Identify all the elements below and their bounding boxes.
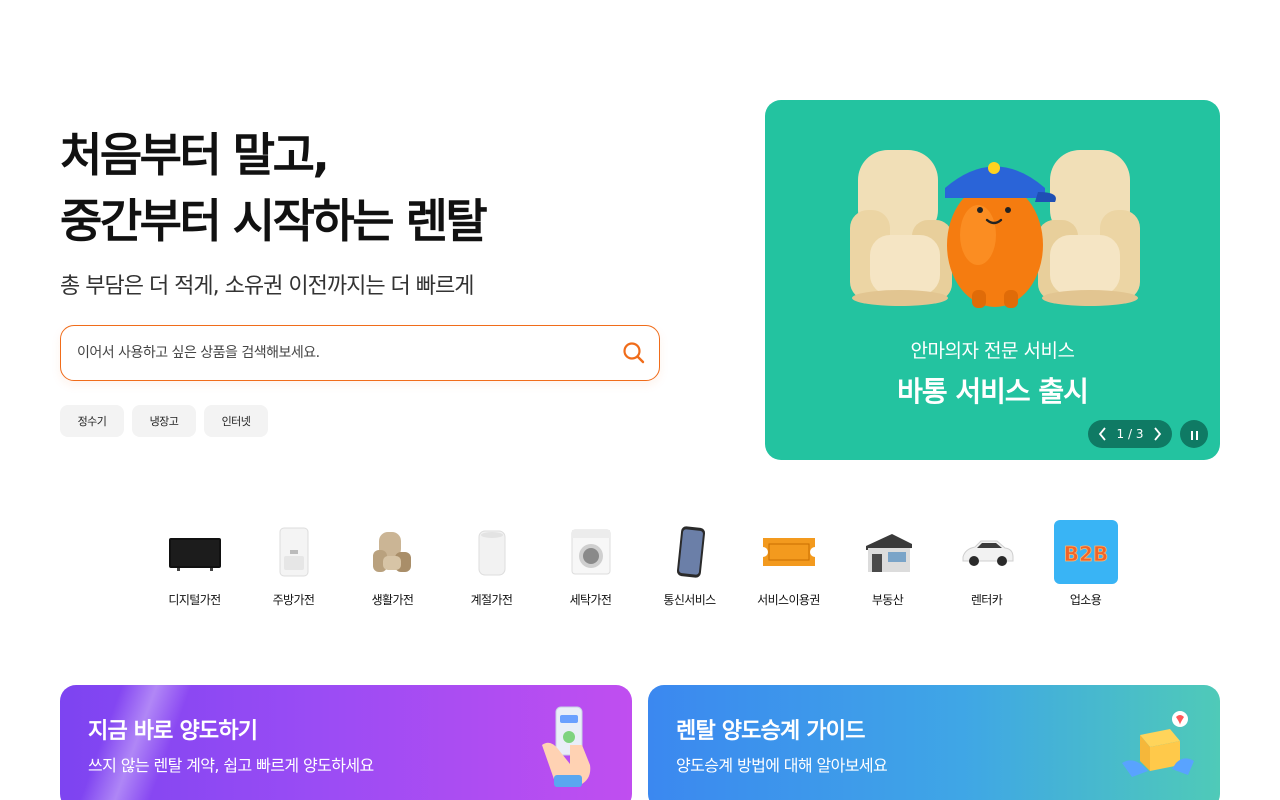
category-telecom[interactable]: 통신서비스	[640, 520, 739, 608]
pager-separator: /	[1127, 427, 1133, 441]
chevron-right-icon	[1154, 427, 1162, 441]
card-subtitle: 양도승계 방법에 대해 알아보세요	[676, 756, 888, 775]
category-label: 서비스이용권	[757, 593, 820, 607]
category-label: 통신서비스	[663, 593, 716, 607]
b2b-icon: B2B	[1053, 520, 1118, 584]
prev-slide-button[interactable]	[1096, 427, 1110, 441]
banner-pager: 1 / 3	[1088, 420, 1172, 448]
category-laundry[interactable]: 세탁가전	[541, 520, 640, 608]
chip-water-purifier[interactable]: 정수기	[60, 405, 124, 437]
chevron-left-icon	[1098, 427, 1106, 441]
category-label: 생활가전	[371, 593, 414, 607]
keyword-chips: 정수기 냉장고 인터넷	[60, 405, 268, 437]
search-icon	[623, 342, 645, 364]
category-rentcar[interactable]: 렌터카	[937, 520, 1036, 608]
transfer-guide-card[interactable]: 렌탈 양도승계 가이드 양도승계 방법에 대해 알아보세요	[648, 685, 1220, 800]
tv-icon	[168, 538, 221, 571]
category-kitchen[interactable]: 주방가전	[244, 520, 343, 608]
air-purifier-icon	[478, 530, 505, 576]
ticket-icon	[762, 538, 815, 566]
category-seasonal[interactable]: 계절가전	[442, 520, 541, 608]
search-button[interactable]	[621, 340, 647, 366]
pager-current: 1	[1116, 427, 1125, 441]
category-label: 계절가전	[470, 593, 513, 607]
hero-title-line2: 중간부터 시작하는 렌탈	[60, 194, 488, 248]
hero-subtitle: 총 부담은 더 적게, 소유권 이전까지는 더 빠르게	[60, 274, 475, 299]
smartphone-icon	[676, 526, 705, 578]
chip-internet[interactable]: 인터넷	[204, 405, 268, 437]
pause-button[interactable]	[1180, 420, 1208, 448]
massage-chair-mascot-illustration	[850, 150, 1140, 308]
category-living[interactable]: 생활가전	[343, 520, 442, 608]
search-bar	[60, 325, 660, 381]
category-realestate[interactable]: 부동산	[838, 520, 937, 608]
category-label: 디지털가전	[168, 593, 221, 607]
chair-right-icon	[1038, 150, 1140, 306]
massage-chair-icon	[372, 532, 411, 572]
card-title: 지금 바로 양도하기	[88, 719, 258, 744]
chip-refrigerator[interactable]: 냉장고	[132, 405, 196, 437]
category-digital[interactable]: 디지털가전	[145, 520, 244, 608]
hand-phone-icon	[542, 706, 591, 787]
car-icon	[962, 540, 1013, 566]
category-label: 업소용	[1069, 593, 1102, 607]
hero-title: 처음부터 말고, 중간부터 시작하는 렌탈	[60, 122, 488, 254]
card-subtitle: 쓰지 않는 렌탈 계약, 쉽고 빠르게 양도하세요	[88, 756, 374, 775]
chair-left-icon	[850, 150, 952, 306]
category-list: 디지털가전 주방가전 생활가전 계절가전 세탁가전 통신서비스 서비스이용권 부…	[145, 520, 1135, 608]
category-business[interactable]: B2B 업소용	[1036, 520, 1135, 608]
category-label: 주방가전	[272, 593, 315, 607]
washing-machine-icon	[571, 529, 610, 575]
search-input[interactable]	[77, 326, 617, 380]
banner-subtitle: 안마의자 전문 서비스	[910, 340, 1075, 362]
next-slide-button[interactable]	[1150, 427, 1164, 441]
pause-icon	[1189, 425, 1199, 444]
transfer-now-card[interactable]: 지금 바로 양도하기 쓰지 않는 렌탈 계약, 쉽고 빠르게 양도하세요	[60, 685, 632, 800]
category-label: 렌터카	[970, 593, 1003, 607]
pager-count: 1 / 3	[1117, 427, 1144, 441]
promo-banner[interactable]: 안마의자 전문 서비스 바통 서비스 출시 1 / 3	[765, 100, 1220, 460]
category-voucher[interactable]: 서비스이용권	[739, 520, 838, 608]
water-purifier-icon	[279, 527, 308, 577]
category-label: 부동산	[871, 593, 904, 607]
hero-title-line1: 처음부터 말고,	[60, 128, 330, 182]
category-label: 세탁가전	[569, 593, 612, 607]
box-handover-icon	[1122, 711, 1194, 777]
card-title: 렌탈 양도승계 가이드	[676, 719, 865, 744]
pager-total: 3	[1135, 427, 1144, 441]
banner-title: 바통 서비스 출시	[897, 375, 1089, 408]
svg-text:B2B: B2B	[1063, 542, 1107, 566]
house-icon	[865, 534, 912, 572]
